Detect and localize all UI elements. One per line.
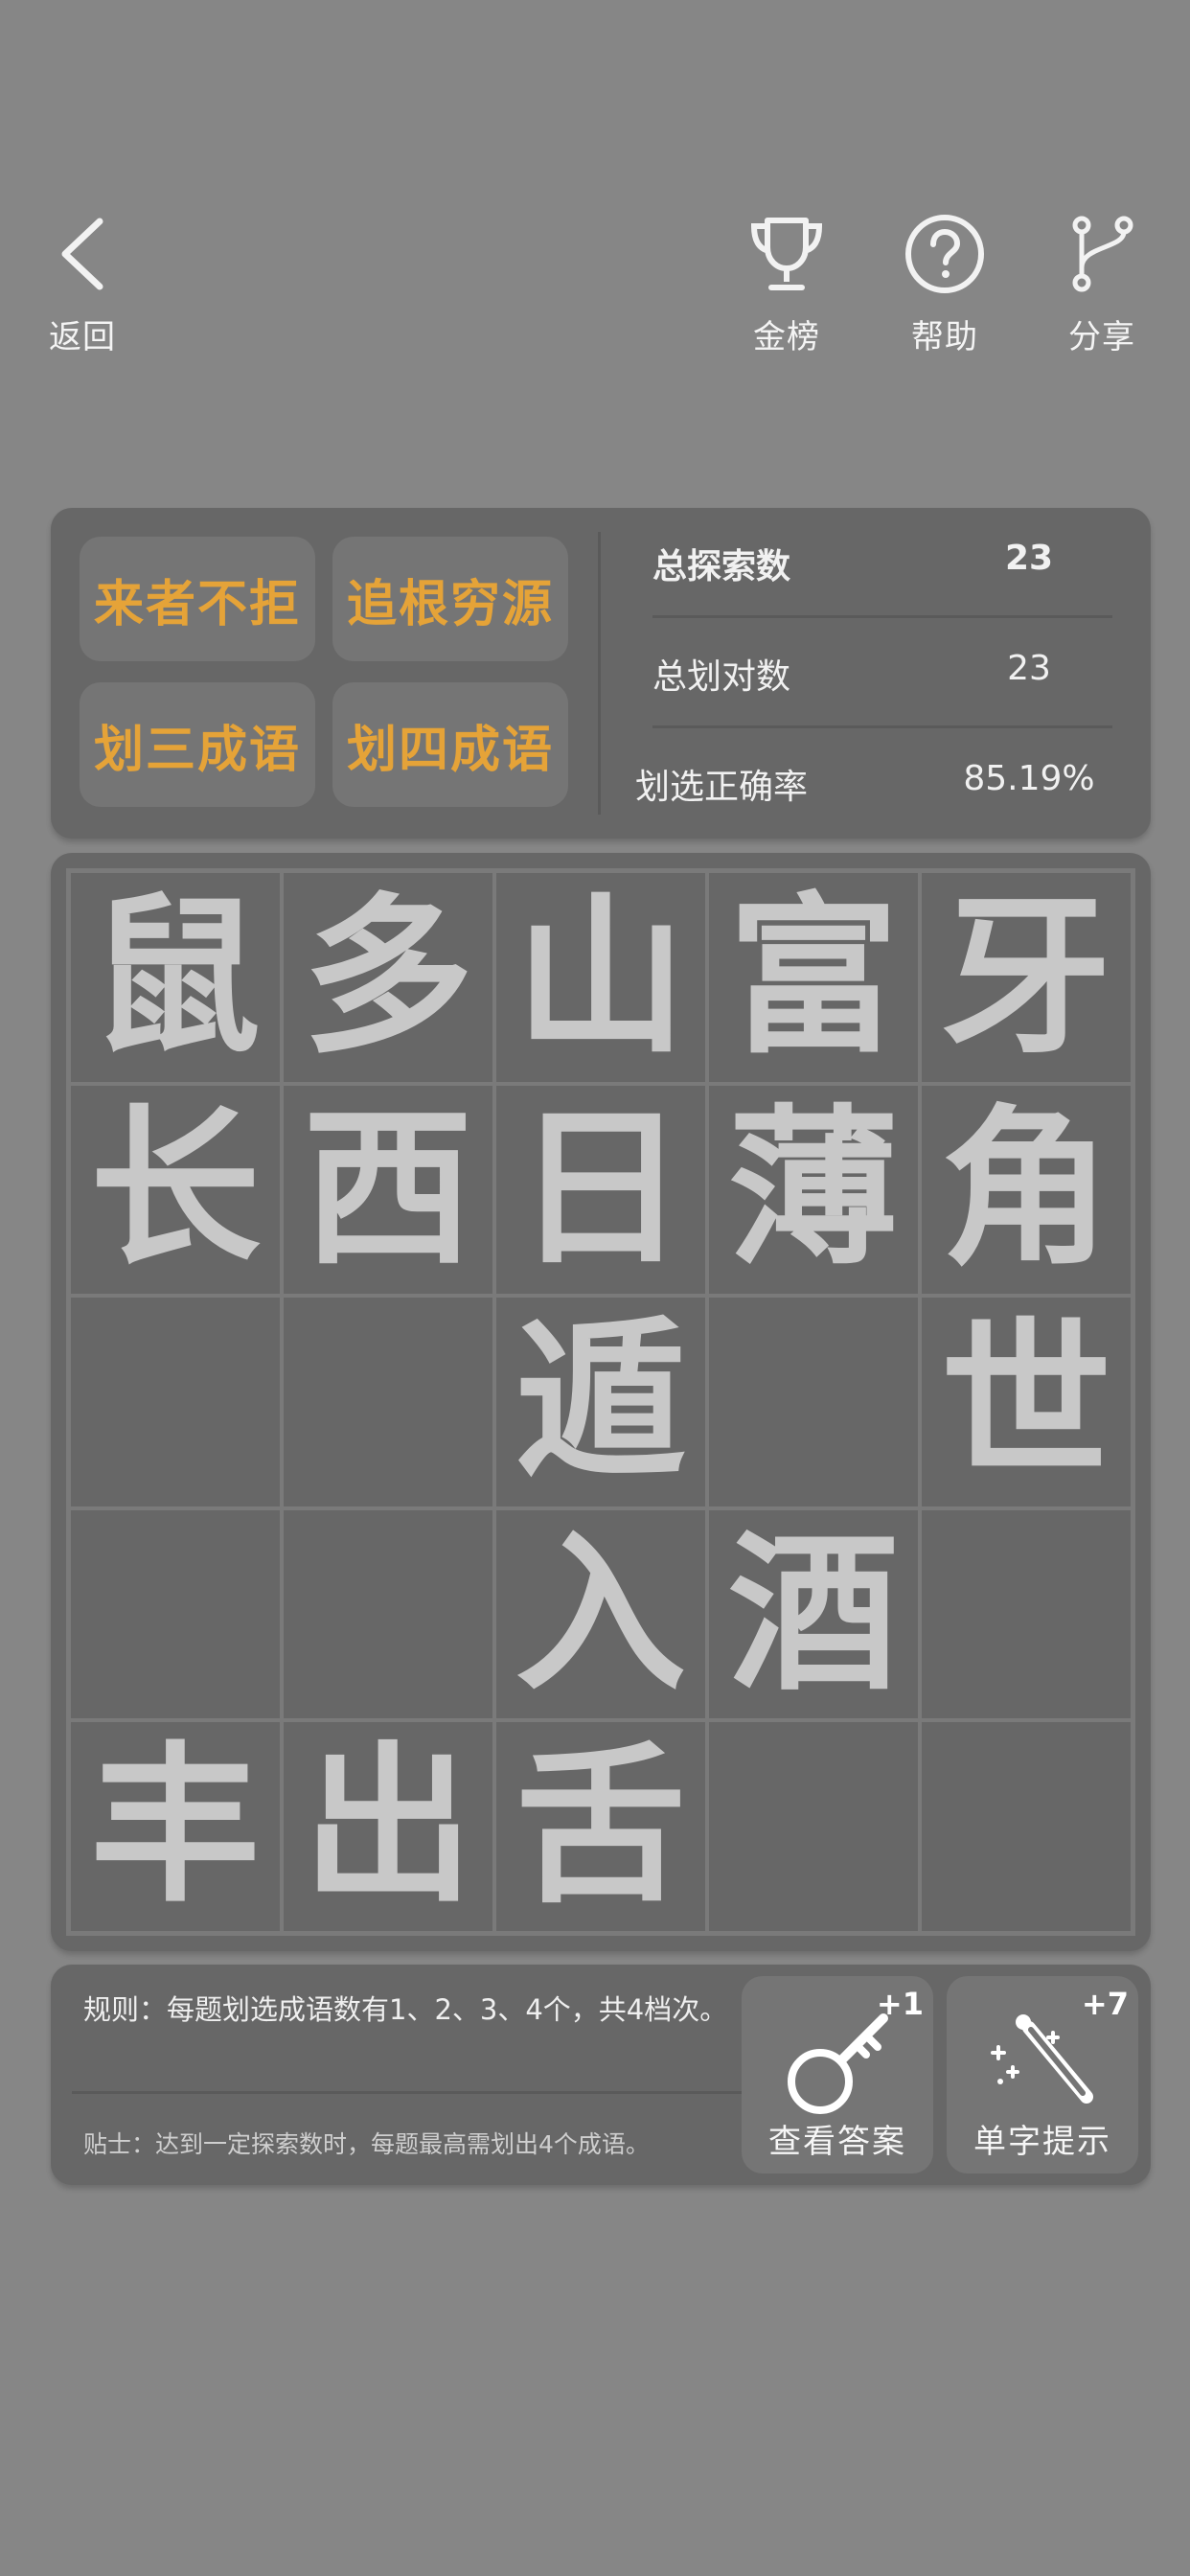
character-grid: 鼠多山富牙长西日薄角遁 世入酒丰出舌 <box>66 868 1135 1936</box>
char-hint-label: 单字提示 <box>973 2123 1111 2161</box>
hint-badge: +7 <box>1081 1986 1129 2022</box>
board-cell[interactable]: 丰 <box>69 1720 282 1933</box>
game-board-panel: 鼠多山富牙长西日薄角遁 世入酒丰出舌 <box>51 853 1151 1951</box>
stat-value: 85.19% <box>963 759 1095 798</box>
stat-accuracy: 划选正确率 85.19% <box>635 728 1112 824</box>
stat-value: 23 <box>1004 539 1054 578</box>
board-cell[interactable]: 角 <box>920 1083 1133 1297</box>
tip-text: 贴士：达到一定探索数时，每题最高需划出4个成语。 <box>83 2130 650 2158</box>
trophy-icon <box>720 211 854 297</box>
rank-label: 金榜 <box>753 318 820 356</box>
share-branch-icon <box>1035 211 1169 297</box>
stat-label: 划选正确率 <box>635 768 809 807</box>
board-cell[interactable] <box>282 1296 494 1508</box>
mode-button-2[interactable]: 追根穷源 <box>332 537 568 661</box>
stat-total-correct: 总划对数 23 <box>652 618 1112 714</box>
board-cell[interactable]: 出 <box>282 1720 494 1933</box>
board-cell[interactable]: 入 <box>494 1507 707 1721</box>
board-cell[interactable]: 牙 <box>920 871 1133 1084</box>
board-cell[interactable] <box>69 1296 282 1508</box>
back-button[interactable]: 返回 <box>15 211 149 357</box>
board-cell[interactable]: 山 <box>494 871 707 1084</box>
mode-stats-panel: 来者不拒 追根穷源 划三成语 划四成语 总探索数 23 总划对数 23 划选正确… <box>51 508 1151 839</box>
chevron-left-icon <box>15 211 149 297</box>
board-cell[interactable] <box>707 1296 920 1508</box>
rank-button[interactable]: 金榜 <box>720 211 854 357</box>
mode-button-1[interactable]: 来者不拒 <box>80 537 315 661</box>
stat-value: 23 <box>1007 649 1051 688</box>
stat-label: 总探索数 <box>652 547 791 586</box>
magic-wand-icon <box>975 2005 1110 2120</box>
mode-button-4[interactable]: 划四成语 <box>332 682 568 807</box>
board-cell[interactable]: 鼠 <box>69 871 282 1084</box>
board-cell[interactable]: 日 <box>494 1083 707 1297</box>
board-cell[interactable] <box>920 1720 1133 1933</box>
question-circle-icon <box>878 211 1012 297</box>
board-cell[interactable]: 薄 <box>707 1083 920 1297</box>
answer-badge: +1 <box>876 1986 924 2022</box>
board-cell[interactable]: 多 <box>282 871 494 1084</box>
rules-divider <box>72 2091 766 2094</box>
view-answer-label: 查看答案 <box>768 2123 906 2161</box>
board-cell[interactable]: 舌 <box>494 1720 707 1933</box>
mode-button-3[interactable]: 划三成语 <box>80 682 315 807</box>
rules-text: 规则：每题划选成语数有1、2、3、4个，共4档次。 <box>83 1993 728 2026</box>
board-cell[interactable]: 世 <box>920 1296 1133 1508</box>
view-answer-button[interactable]: +1 查看答案 <box>742 1976 933 2174</box>
stat-total-explored: 总探索数 23 <box>652 508 1112 604</box>
vertical-divider <box>598 532 601 815</box>
key-icon <box>770 2005 904 2120</box>
board-cell[interactable]: 长 <box>69 1083 282 1297</box>
board-cell[interactable] <box>282 1507 494 1721</box>
board-cell[interactable]: 富 <box>707 871 920 1084</box>
board-cell[interactable] <box>69 1507 282 1721</box>
board-cell[interactable]: 酒 <box>707 1507 920 1721</box>
share-button[interactable]: 分享 <box>1035 211 1169 357</box>
board-cell[interactable]: 遁 <box>494 1296 707 1508</box>
board-cell[interactable]: 西 <box>282 1083 494 1297</box>
rules-tools-panel: 规则：每题划选成语数有1、2、3、4个，共4档次。 贴士：达到一定探索数时，每题… <box>51 1965 1151 2185</box>
board-cell[interactable] <box>707 1720 920 1933</box>
help-button[interactable]: 帮助 <box>878 211 1012 357</box>
help-label: 帮助 <box>911 318 978 356</box>
char-hint-button[interactable]: +7 单字提示 <box>947 1976 1138 2174</box>
board-cell[interactable] <box>920 1507 1133 1721</box>
share-label: 分享 <box>1068 318 1135 356</box>
stat-label: 总划对数 <box>652 657 791 697</box>
back-label: 返回 <box>49 318 116 356</box>
